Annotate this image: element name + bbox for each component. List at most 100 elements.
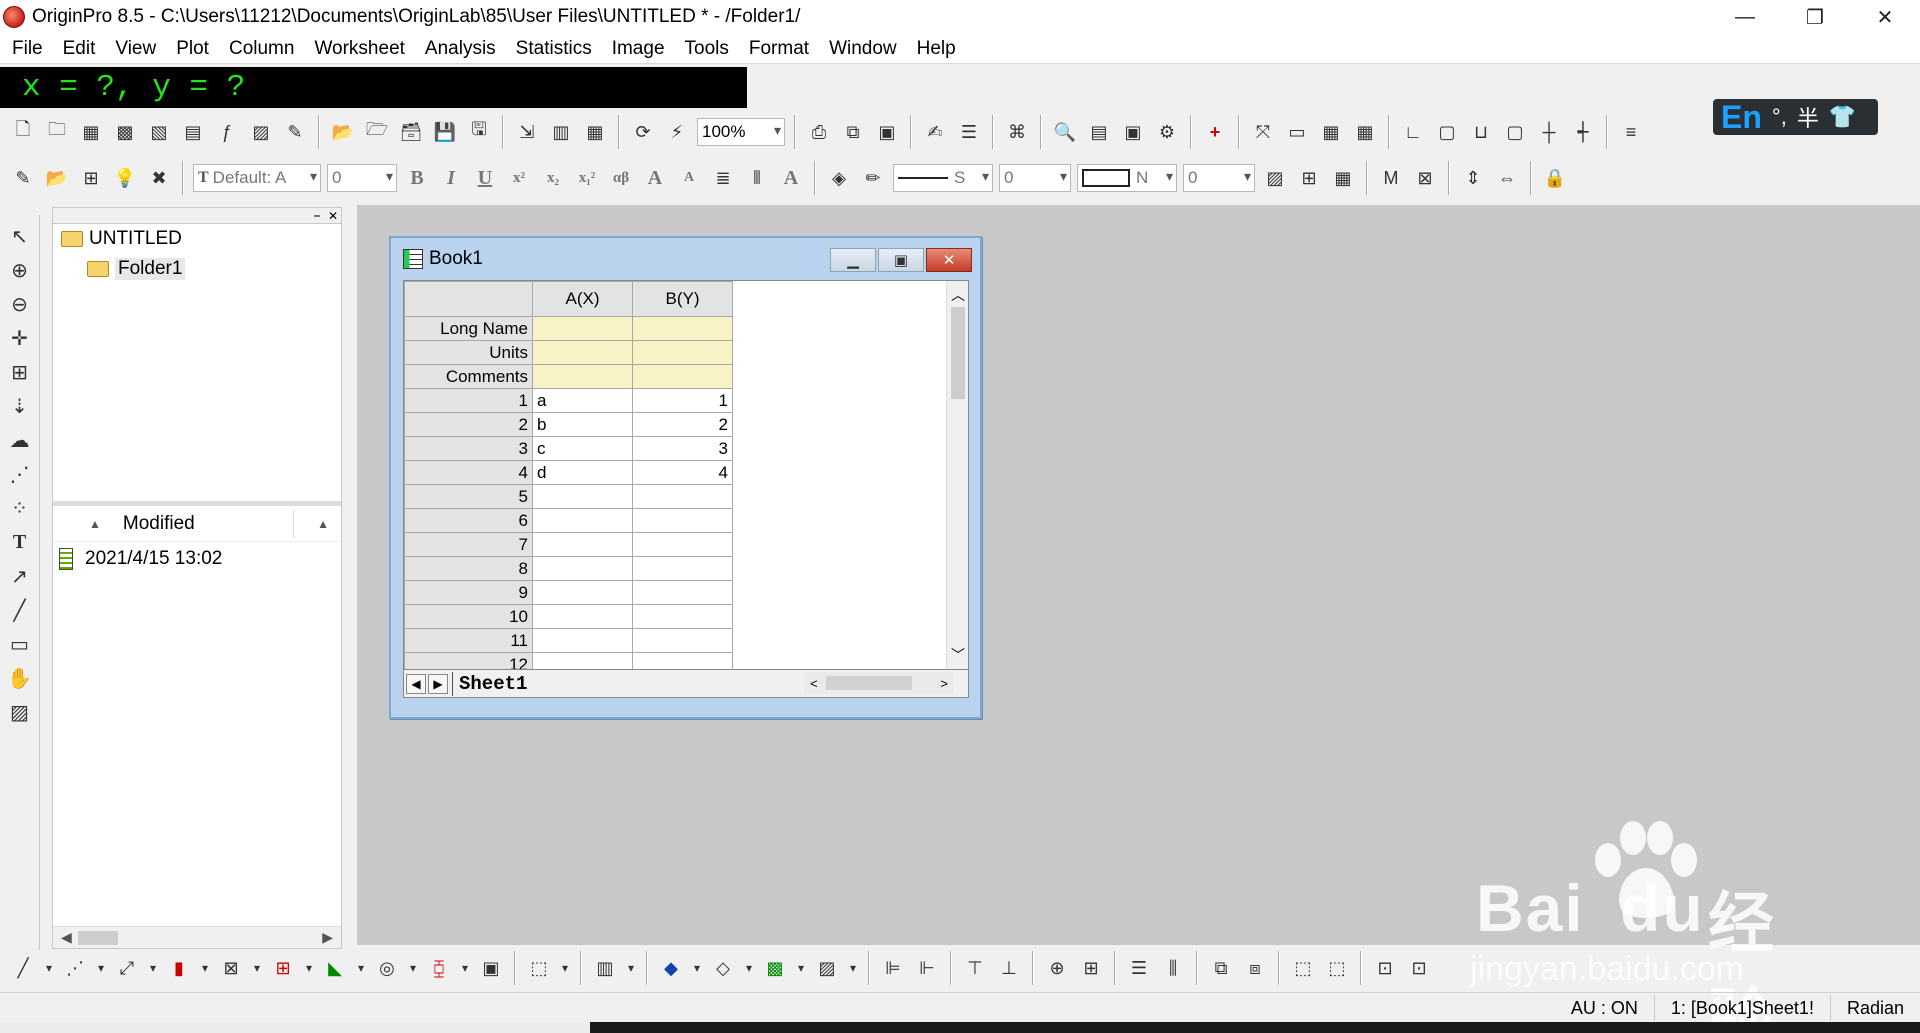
results-log-icon[interactable]: ☰ bbox=[955, 118, 983, 146]
scatter-plot-icon[interactable]: ⋰ bbox=[61, 954, 89, 982]
open-icon[interactable]: 📂 bbox=[329, 118, 357, 146]
workbook-maximize-button[interactable]: ▣ bbox=[878, 248, 924, 272]
decrease-font-icon[interactable]: A bbox=[675, 164, 703, 192]
font-color-icon[interactable]: A bbox=[777, 164, 805, 192]
align-bottom-icon[interactable]: ⊥ bbox=[995, 954, 1023, 982]
table-icon[interactable]: ▦ bbox=[1329, 164, 1357, 192]
chevron-down-icon[interactable]: ▾ bbox=[251, 954, 263, 982]
cell-b[interactable]: 2 bbox=[632, 412, 733, 437]
scatter-icon[interactable]: ⁘ bbox=[5, 493, 35, 523]
supsub-icon[interactable]: x₁² bbox=[573, 164, 601, 192]
import-wizard-icon[interactable]: ⇲ bbox=[513, 118, 541, 146]
cell-units-b[interactable] bbox=[632, 340, 733, 365]
status-autoupdate[interactable]: AU : ON bbox=[1555, 995, 1654, 1021]
border-icon[interactable]: ⊞ bbox=[1295, 164, 1323, 192]
cell-b[interactable] bbox=[632, 652, 733, 669]
cell-b[interactable] bbox=[632, 604, 733, 629]
column-header-b[interactable]: B(Y) bbox=[632, 281, 733, 317]
scroll-left-icon[interactable]: ◀ bbox=[61, 929, 72, 946]
cell-comments-b[interactable] bbox=[632, 364, 733, 389]
axis-cross-icon[interactable]: ┼ bbox=[1535, 118, 1563, 146]
menu-view[interactable]: View bbox=[105, 34, 166, 64]
chevron-down-icon[interactable]: ▾ bbox=[43, 954, 55, 982]
cell-a[interactable]: c bbox=[532, 436, 633, 461]
italic-icon[interactable]: I bbox=[437, 164, 465, 192]
contour-icon[interactable]: ▩ bbox=[761, 954, 789, 982]
bold-icon[interactable]: B bbox=[403, 164, 431, 192]
data-reader-icon[interactable]: ⊞ bbox=[5, 357, 35, 387]
workbook-titlebar[interactable]: Book1 ▁ ▣ ✕ bbox=[391, 238, 980, 280]
workbook-minimize-button[interactable]: ▁ bbox=[830, 248, 876, 272]
menu-analysis[interactable]: Analysis bbox=[415, 34, 506, 64]
area-plot-icon[interactable]: ◣ bbox=[321, 954, 349, 982]
chevron-down-icon[interactable]: ▾ bbox=[743, 954, 755, 982]
ime-indicator[interactable]: En °, 半 👕 bbox=[1713, 99, 1878, 135]
polar-plot-icon[interactable]: ◎ bbox=[373, 954, 401, 982]
status-angle-unit[interactable]: Radian bbox=[1829, 994, 1920, 1021]
menu-image[interactable]: Image bbox=[602, 34, 675, 64]
collapse-icon[interactable]: ⇔ bbox=[1493, 164, 1521, 192]
menu-format[interactable]: Format bbox=[739, 34, 819, 64]
import-ascii-icon[interactable]: ▥ bbox=[547, 118, 575, 146]
cell-a[interactable] bbox=[532, 604, 633, 629]
resize-icon[interactable]: ⊡ bbox=[1371, 954, 1399, 982]
scroll-up-icon[interactable]: ︿ bbox=[947, 285, 968, 305]
draw-data-icon[interactable]: ⋰ bbox=[5, 459, 35, 489]
chevron-down-icon[interactable]: ▾ bbox=[559, 954, 571, 982]
worksheet-hscrollbar[interactable]: < > bbox=[804, 672, 954, 694]
mask-icon[interactable]: M bbox=[1377, 164, 1405, 192]
chevron-down-icon[interactable]: ▾ bbox=[355, 954, 367, 982]
image-tool-icon[interactable]: ▨ bbox=[5, 697, 35, 727]
explorer-hscrollbar[interactable]: ◀ ▶ bbox=[53, 926, 341, 948]
chevron-down-icon[interactable]: ▾ bbox=[795, 954, 807, 982]
cell-b[interactable] bbox=[632, 556, 733, 581]
new-graph-icon[interactable]: ▧ bbox=[145, 118, 173, 146]
zoom-in-icon[interactable]: ⊕ bbox=[5, 255, 35, 285]
row-header[interactable]: 9 bbox=[404, 580, 533, 605]
menu-tools[interactable]: Tools bbox=[675, 34, 739, 64]
save-template-icon[interactable]: 🖫 bbox=[465, 118, 493, 146]
axis-u-icon[interactable]: ⊔ bbox=[1467, 118, 1495, 146]
row-header[interactable]: 1 bbox=[404, 388, 533, 413]
row-header[interactable]: 11 bbox=[404, 628, 533, 653]
chevron-down-icon[interactable]: ▾ bbox=[625, 954, 637, 982]
scroll-down-icon[interactable]: ﹀ bbox=[947, 645, 968, 665]
new-folder-icon[interactable]: 🗀 bbox=[43, 118, 71, 146]
template-library-icon[interactable]: ▣ bbox=[477, 954, 505, 982]
menu-window[interactable]: Window bbox=[819, 34, 907, 64]
chevron-down-icon[interactable]: ▾ bbox=[199, 954, 211, 982]
axis-box-icon[interactable]: ▢ bbox=[1433, 118, 1461, 146]
axis-frame-icon[interactable]: ▢ bbox=[1501, 118, 1529, 146]
column-plot-icon[interactable]: ▮ bbox=[165, 954, 193, 982]
prev-sheet-icon[interactable]: ◀ bbox=[406, 673, 426, 694]
cell-longname-a[interactable] bbox=[532, 316, 633, 341]
ungroup-icon[interactable]: ⬚ bbox=[1323, 954, 1351, 982]
line-symbol-icon[interactable]: ⤢ bbox=[113, 954, 141, 982]
send-back-icon[interactable]: ⧈ bbox=[1241, 954, 1269, 982]
zoom-select[interactable]: 100% ▾ bbox=[697, 118, 785, 146]
row-header[interactable]: 2 bbox=[404, 412, 533, 437]
script-window-icon[interactable]: ▣ bbox=[1119, 118, 1147, 146]
cell-comments-a[interactable] bbox=[532, 364, 633, 389]
command-window-icon[interactable]: ▤ bbox=[1085, 118, 1113, 146]
scroll-thumb[interactable] bbox=[78, 931, 118, 945]
new-workbook-icon[interactable]: ▦ bbox=[77, 118, 105, 146]
cell-a[interactable] bbox=[532, 532, 633, 557]
cell-b[interactable] bbox=[632, 508, 733, 533]
line-tool-icon[interactable]: ╱ bbox=[5, 595, 35, 625]
cell-a[interactable] bbox=[532, 484, 633, 509]
multi-panel-icon[interactable]: ⊠ bbox=[217, 954, 245, 982]
menu-plot[interactable]: Plot bbox=[166, 34, 219, 64]
menu-column[interactable]: Column bbox=[219, 34, 304, 64]
axis-l-icon[interactable]: ∟ bbox=[1399, 118, 1427, 146]
row-header[interactable]: 5 bbox=[404, 484, 533, 509]
font-size-select[interactable]: 0 ▾ bbox=[327, 164, 397, 192]
copy-page-icon[interactable]: ⧉ bbox=[839, 118, 867, 146]
cell-b[interactable]: 1 bbox=[632, 388, 733, 413]
worksheet-vscrollbar[interactable]: ︿ ﹀ bbox=[946, 281, 968, 669]
row-header[interactable]: Units bbox=[404, 340, 533, 365]
new-excel-icon[interactable]: ▩ bbox=[111, 118, 139, 146]
superscript-icon[interactable]: x² bbox=[505, 164, 533, 192]
align-hcenter-icon[interactable]: ⊞ bbox=[1077, 954, 1105, 982]
unmask-icon[interactable]: ⊠ bbox=[1411, 164, 1439, 192]
